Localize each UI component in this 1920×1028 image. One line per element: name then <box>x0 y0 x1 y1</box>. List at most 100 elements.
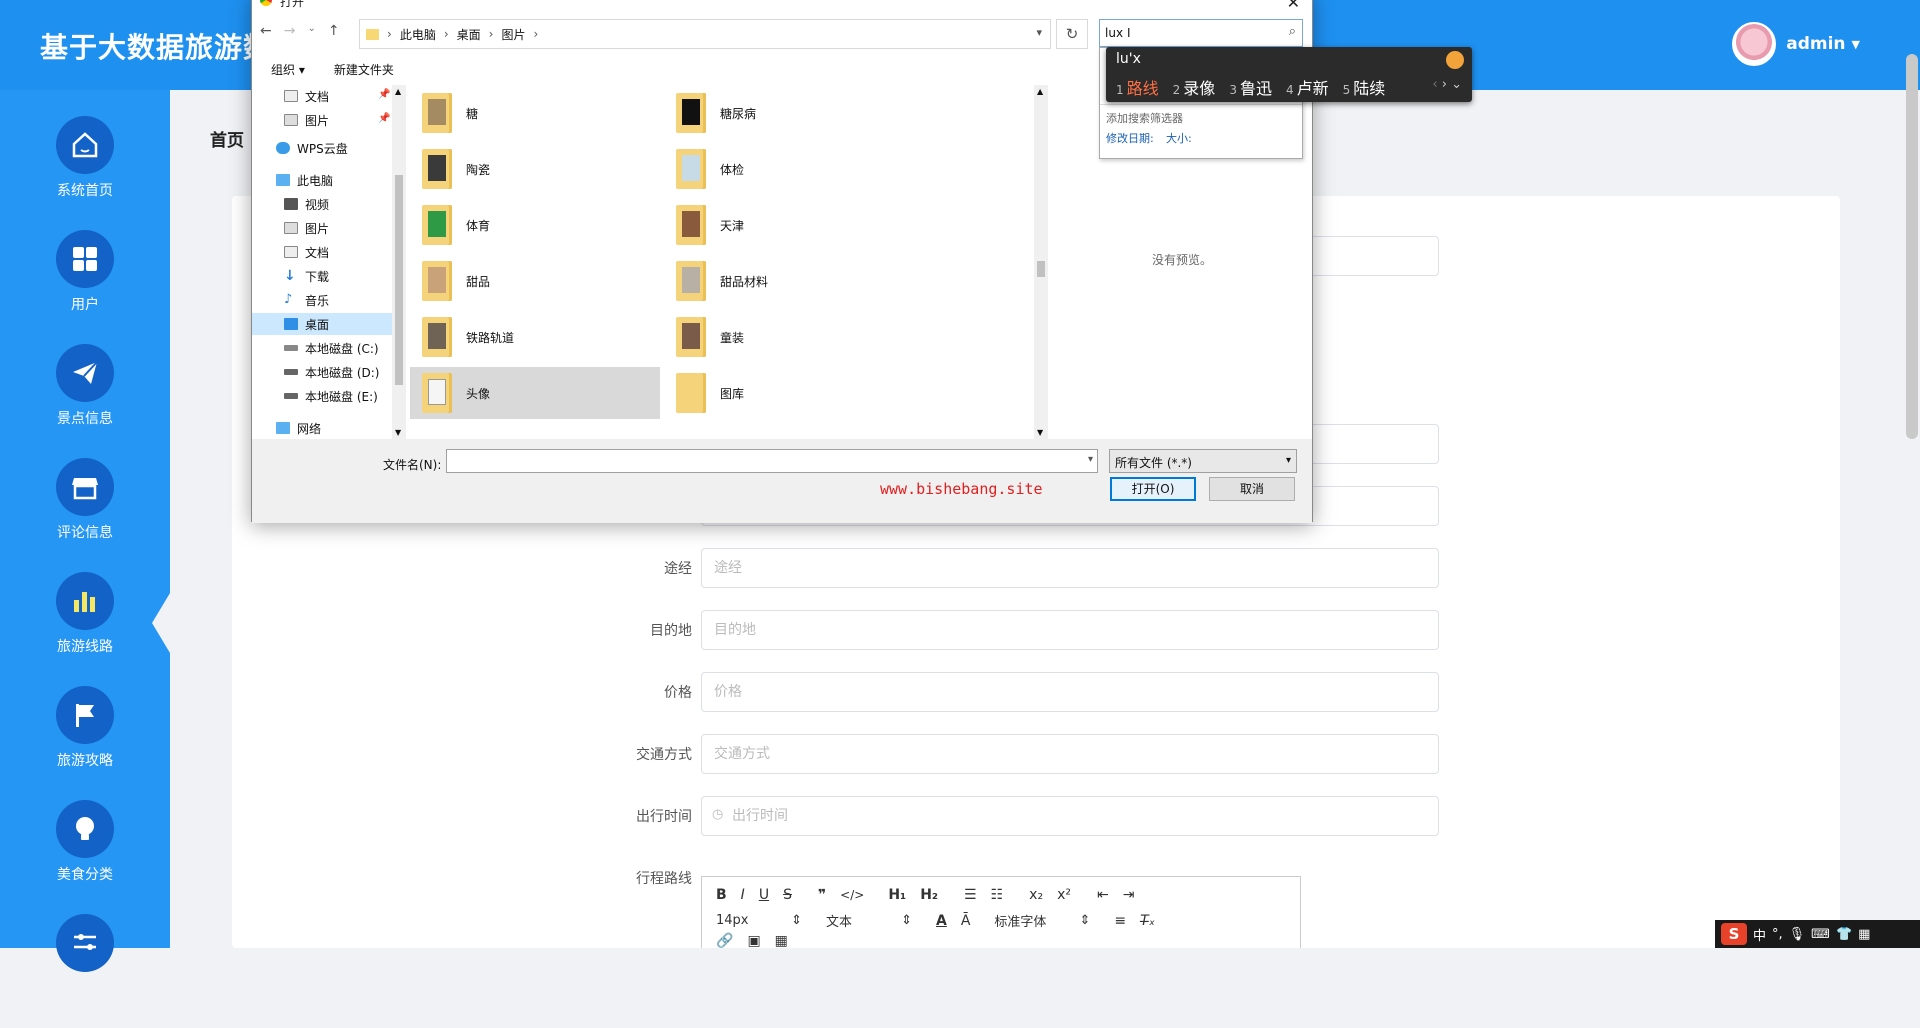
pin-icon[interactable]: 📌 <box>378 89 390 100</box>
bold-icon[interactable]: B <box>716 887 727 903</box>
clear-format-icon[interactable]: T̶ₓ <box>1140 913 1155 929</box>
filename-input[interactable]: ▾ <box>446 449 1098 473</box>
user-name[interactable]: admin <box>1786 34 1845 54</box>
caret-down-icon[interactable]: ▼ <box>1852 38 1860 51</box>
nav-item-network[interactable]: 网络 <box>276 417 396 439</box>
code-icon[interactable]: </> <box>840 888 864 902</box>
folder-item[interactable]: 图库 <box>664 367 914 419</box>
date-modified-filter[interactable]: 修改日期: <box>1106 130 1154 146</box>
microphone-icon[interactable]: 🎙 <box>1789 927 1806 942</box>
grid-menu-icon[interactable]: ▦ <box>1858 927 1870 942</box>
nav-item-desktop[interactable]: 桌面 <box>252 313 392 335</box>
up-arrow-icon[interactable]: ↑ <box>328 23 340 39</box>
ordered-list-icon[interactable]: ☰ <box>964 887 977 903</box>
avatar[interactable] <box>1732 22 1777 66</box>
address-segment[interactable]: 此电脑 <box>400 26 436 43</box>
address-segment[interactable]: 桌面 <box>457 26 481 43</box>
folder-item[interactable]: 童装 <box>664 311 914 363</box>
close-icon[interactable]: ✕ <box>1287 0 1300 12</box>
address-segment[interactable]: 图片 <box>501 26 525 43</box>
align-icon[interactable]: ≡ <box>1114 913 1126 929</box>
punctuation-indicator[interactable]: °, <box>1772 927 1783 942</box>
chevron-right-icon[interactable]: › <box>387 27 392 41</box>
sidebar-item-home[interactable]: 系统首页 <box>0 116 170 230</box>
nav-item-downloads[interactable]: ↓ 下载 <box>284 265 394 287</box>
rich-text-editor[interactable]: B I U S ❞ </> H₁ H₂ ☰ ☷ x₂ x² ⇤ ⇥ 14px ⇕ … <box>701 876 1301 949</box>
folder-item[interactable]: 甜品材料 <box>664 255 914 307</box>
ime-candidate[interactable]: 2 录像 <box>1173 75 1216 99</box>
page-scrollbar[interactable] <box>1906 54 1918 439</box>
nav-item-pictures[interactable]: 图片 <box>284 217 394 239</box>
user-menu[interactable]: admin ▼ <box>1732 22 1860 66</box>
nav-item-videos[interactable]: 视频 <box>284 193 394 215</box>
nav-item-documents[interactable]: 文档 <box>284 241 394 263</box>
underline-icon[interactable]: U <box>759 887 769 903</box>
chevron-down-icon[interactable]: ▾ <box>1088 454 1093 465</box>
ime-candidate[interactable]: 4 卢新 <box>1286 75 1329 99</box>
background-color-icon[interactable]: Ā <box>961 913 971 929</box>
shirt-icon[interactable]: 👕 <box>1836 927 1852 942</box>
destination-input[interactable]: 目的地 <box>701 610 1439 650</box>
price-input[interactable]: 价格 <box>701 672 1439 712</box>
scroll-up-icon[interactable]: ▲ <box>1037 87 1043 96</box>
sidebar-item-more[interactable] <box>0 914 170 1028</box>
nav-item-wps-cloud[interactable]: WPS云盘 <box>276 137 396 159</box>
scroll-down-icon[interactable]: ▼ <box>395 428 401 437</box>
size-filter[interactable]: 大小: <box>1166 130 1192 146</box>
nav-item-this-pc[interactable]: 此电脑 <box>276 169 396 191</box>
folder-item[interactable]: 甜品 <box>410 255 660 307</box>
nav-item-drive-d[interactable]: 本地磁盘 (D:) <box>284 361 394 383</box>
chevron-right-icon[interactable]: › <box>489 27 494 41</box>
bullet-list-icon[interactable]: ☷ <box>991 887 1004 903</box>
folder-item[interactable]: 体检 <box>664 143 914 195</box>
video-icon[interactable]: ▦ <box>775 933 788 949</box>
sidebar-item-attractions[interactable]: 景点信息 <box>0 344 170 458</box>
superscript-icon[interactable]: x² <box>1057 887 1071 903</box>
cancel-button[interactable]: 取消 <box>1209 477 1295 501</box>
forward-arrow-icon[interactable]: → <box>284 23 296 39</box>
nav-item-music[interactable]: ♪ 音乐 <box>284 289 394 311</box>
chevron-right-icon[interactable]: › <box>444 27 449 41</box>
scroll-thumb[interactable] <box>1037 261 1045 277</box>
indent-icon[interactable]: ⇥ <box>1123 887 1135 903</box>
search-input[interactable]: lux I ⌕ <box>1099 19 1303 47</box>
open-button[interactable]: 打开(O) <box>1110 477 1196 501</box>
font-color-icon[interactable]: A <box>936 913 947 929</box>
organize-button[interactable]: 组织 ▾ <box>271 61 305 78</box>
folder-item[interactable]: 体育 <box>410 199 660 251</box>
strikethrough-icon[interactable]: S <box>783 887 792 903</box>
chevron-down-icon[interactable]: ⌄ <box>1451 77 1462 92</box>
new-folder-button[interactable]: 新建文件夹 <box>334 61 394 78</box>
ime-candidate[interactable]: 3 鲁迅 <box>1229 75 1272 99</box>
scroll-thumb[interactable] <box>395 175 403 385</box>
link-icon[interactable]: 🔗 <box>716 933 733 949</box>
keyboard-icon[interactable]: ⌨ <box>1811 927 1830 942</box>
ime-candidate[interactable]: 5 陆续 <box>1343 75 1386 99</box>
address-bar[interactable]: › 此电脑 › 桌面 › 图片 › ▾ <box>359 19 1051 49</box>
scroll-up-icon[interactable]: ▲ <box>395 87 401 96</box>
block-format-select[interactable]: 文本 ⇕ <box>826 911 912 930</box>
nav-item-drive-e[interactable]: 本地磁盘 (E:) <box>284 385 394 407</box>
folder-item[interactable]: 陶瓷 <box>410 143 660 195</box>
recent-locations-icon[interactable]: ⌄ <box>307 23 315 39</box>
nav-item-drive-c[interactable]: 本地磁盘 (C:) <box>284 337 394 359</box>
ime-mode-indicator[interactable]: 中 <box>1753 925 1766 944</box>
folder-item[interactable]: 糖尿病 <box>664 87 914 139</box>
chevron-left-icon[interactable]: ‹ <box>1432 77 1437 92</box>
folder-item-selected[interactable]: 头像 <box>410 367 660 419</box>
breadcrumb[interactable]: 首页 <box>210 126 244 151</box>
subscript-icon[interactable]: x₂ <box>1029 887 1043 903</box>
search-icon[interactable]: ⌕ <box>1289 24 1296 39</box>
pin-icon[interactable]: 📌 <box>378 113 390 124</box>
file-type-select[interactable]: 所有文件 (*.*) ▾ <box>1109 449 1297 473</box>
sogou-ime-icon[interactable]: S <box>1721 923 1747 945</box>
sidebar-item-users[interactable]: 用户 <box>0 230 170 344</box>
font-size-select[interactable]: 14px ⇕ <box>716 913 802 928</box>
outdent-icon[interactable]: ⇤ <box>1097 887 1109 903</box>
chevron-right-icon[interactable]: › <box>1442 77 1447 92</box>
via-input[interactable]: 途经 <box>701 548 1439 588</box>
ime-candidate[interactable]: 1 路线 <box>1116 75 1159 99</box>
folder-item[interactable]: 糖 <box>410 87 660 139</box>
blockquote-icon[interactable]: ❞ <box>818 887 826 903</box>
scroll-down-icon[interactable]: ▼ <box>1037 428 1043 437</box>
